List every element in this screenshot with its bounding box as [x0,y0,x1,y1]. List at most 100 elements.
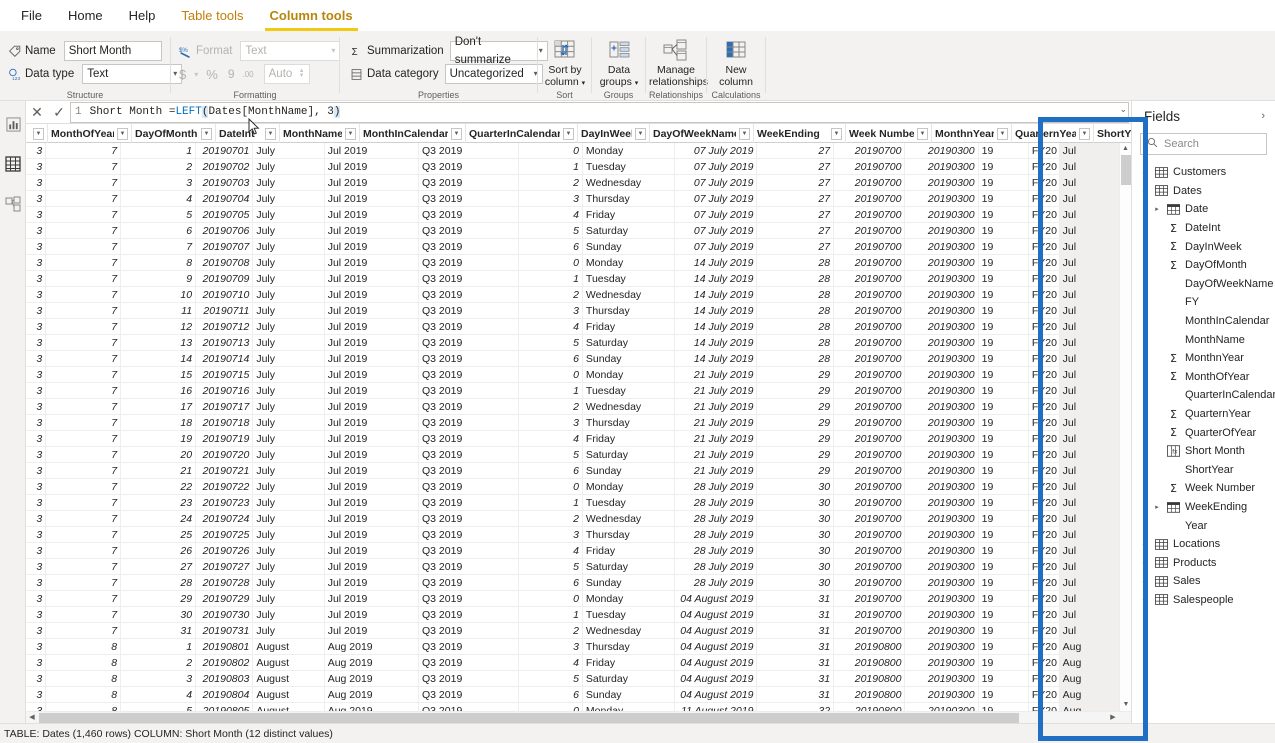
cell-QuarternYear[interactable]: 20190300 [905,671,979,687]
field-item-week-number[interactable]: Σ Week Number [1132,479,1275,498]
cell-ShortYear[interactable]: 19 [979,559,1029,575]
cell-WeekEnding[interactable]: 04 August 2019 [675,671,758,687]
table-row[interactable]: 3 7 5 20190705 July Jul 2019 Q3 2019 4 Friday 07 … [26,207,1131,223]
cell-MonthInCalendar[interactable]: Aug 2019 [325,703,419,711]
cell-DayOfMonth[interactable]: 19 [121,431,197,447]
cell-DayOfWeekName[interactable]: Friday [583,319,676,335]
cell-WeekNumber[interactable]: 27 [757,159,835,175]
cell-ShortYear[interactable]: 19 [979,175,1029,191]
field-item-quarterincalendar[interactable]: QuarterInCalendar [1132,386,1275,405]
cell-MonthName[interactable]: August [253,639,325,655]
cell-MonthOfYear[interactable]: 7 [46,607,122,623]
cell-DayOfWeekName[interactable]: Saturday [583,335,676,351]
column-filter-dropdown-icon[interactable]: ▼ [451,127,462,140]
cell-rownum[interactable]: 3 [26,383,47,399]
cell-MonthnYear[interactable]: 20190700 [834,543,906,559]
cell-MonthOfYear[interactable]: 7 [46,175,122,191]
cell-ShortYear[interactable]: 19 [979,623,1029,639]
cell-MonthName[interactable]: July [253,175,325,191]
cell-QuarternYear[interactable]: 20190300 [905,575,979,591]
column-header-MonthOfYear[interactable]: MonthOfYear ▼ [48,124,132,143]
cell-WeekEnding[interactable]: 07 July 2019 [675,191,758,207]
cell-MonthOfYear[interactable]: 7 [46,303,122,319]
ribbon-tab-home[interactable]: Home [55,1,116,31]
cell-FY[interactable]: FY20 [1029,623,1060,639]
cell-ShortYear[interactable]: 19 [979,367,1029,383]
cell-DayOfMonth[interactable]: 25 [121,527,197,543]
cell-DateInt[interactable]: 20190801 [196,639,254,655]
cell-DayInWeek[interactable]: 5 [519,223,583,239]
cell-ShortYear[interactable]: 19 [979,655,1029,671]
cell-DayOfMonth[interactable]: 16 [121,383,197,399]
cell-MonthName[interactable]: July [253,335,325,351]
cell-rownum[interactable]: 3 [26,495,47,511]
cell-MonthOfYear[interactable]: 7 [46,383,122,399]
cell-QuarternYear[interactable]: 20190300 [905,287,979,303]
cell-rownum[interactable]: 3 [26,207,47,223]
cell-DateInt[interactable]: 20190712 [196,319,254,335]
cell-DayInWeek[interactable]: 3 [519,303,583,319]
cell-QuarternYear[interactable]: 20190300 [905,511,979,527]
table-row[interactable]: 3 7 7 20190707 July Jul 2019 Q3 2019 6 Sunday 07 … [26,239,1131,255]
cell-WeekEnding[interactable]: 04 August 2019 [675,607,758,623]
cell-MonthName[interactable]: August [253,671,325,687]
cell-ShortYear[interactable]: 19 [979,399,1029,415]
cell-DayOfWeekName[interactable]: Saturday [583,671,676,687]
column-header-ShortYear[interactable]: ShortYear▼ [1094,124,1131,143]
formula-bar-expand-icon[interactable]: ⌄ [1119,104,1127,115]
cell-ShortYear[interactable]: 19 [979,159,1029,175]
cell-WeekNumber[interactable]: 30 [757,543,835,559]
cell-DayInWeek[interactable]: 0 [519,703,583,711]
cell-MonthnYear[interactable]: 20190700 [834,287,906,303]
cell-rownum[interactable]: 3 [26,159,47,175]
cell-MonthnYear[interactable]: 20190700 [834,143,906,159]
cell-MonthName[interactable]: August [253,687,325,703]
cell-WeekNumber[interactable]: 29 [757,447,835,463]
cell-QuarternYear[interactable]: 20190300 [905,399,979,415]
cell-ShortYear[interactable]: 19 [979,351,1029,367]
cell-FY[interactable]: FY20 [1029,383,1060,399]
cell-DayOfMonth[interactable]: 14 [121,351,197,367]
cell-DayOfWeekName[interactable]: Tuesday [583,271,676,287]
column-filter-dropdown-icon[interactable]: ▼ [201,127,212,140]
cell-MonthnYear[interactable]: 20190700 [834,319,906,335]
cell-QuarterInCalendar[interactable]: Q3 2019 [419,223,519,239]
cell-QuarternYear[interactable]: 20190300 [905,383,979,399]
cell-DayOfMonth[interactable]: 4 [121,191,197,207]
datatype-select[interactable]: Text ▾ [82,64,183,84]
cell-ShortYear[interactable]: 19 [979,271,1029,287]
cell-DateInt[interactable]: 20190729 [196,591,254,607]
cell-WeekNumber[interactable]: 27 [757,239,835,255]
cell-MonthInCalendar[interactable]: Jul 2019 [325,623,419,639]
cell-MonthnYear[interactable]: 20190700 [834,303,906,319]
cell-rownum[interactable]: 3 [26,191,47,207]
cell-MonthInCalendar[interactable]: Jul 2019 [325,511,419,527]
cell-DayOfWeekName[interactable]: Thursday [583,303,676,319]
cell-QuarterInCalendar[interactable]: Q3 2019 [419,687,519,703]
cell-MonthName[interactable]: July [253,543,325,559]
cell-ShortYear[interactable]: 19 [979,543,1029,559]
cell-DateInt[interactable]: 20190708 [196,255,254,271]
cell-MonthInCalendar[interactable]: Jul 2019 [325,143,419,159]
cell-MonthOfYear[interactable]: 7 [46,335,122,351]
cell-QuarternYear[interactable]: 20190300 [905,623,979,639]
cell-rownum[interactable]: 3 [26,543,47,559]
field-item-products[interactable]: ✓ Products [1132,553,1275,572]
cell-FY[interactable]: FY20 [1029,191,1060,207]
cell-MonthInCalendar[interactable]: Jul 2019 [325,223,419,239]
cell-DayInWeek[interactable]: 6 [519,463,583,479]
cell-DayOfMonth[interactable]: 12 [121,319,197,335]
cell-MonthOfYear[interactable]: 8 [46,639,122,655]
column-filter-dropdown-icon[interactable]: ▼ [831,127,842,140]
cell-MonthnYear[interactable]: 20190700 [834,207,906,223]
cell-ShortYear[interactable]: 19 [979,255,1029,271]
cell-ShortYear[interactable]: 19 [979,479,1029,495]
table-row[interactable]: 3 7 11 20190711 July Jul 2019 Q3 2019 3 Thursday… [26,303,1131,319]
cell-DateInt[interactable]: 20190716 [196,383,254,399]
cell-QuarternYear[interactable]: 20190300 [905,591,979,607]
cell-MonthnYear[interactable]: 20190700 [834,527,906,543]
cell-DayInWeek[interactable]: 5 [519,447,583,463]
cell-MonthOfYear[interactable]: 7 [46,159,122,175]
cell-QuarterInCalendar[interactable]: Q3 2019 [419,479,519,495]
cell-WeekNumber[interactable]: 30 [757,575,835,591]
